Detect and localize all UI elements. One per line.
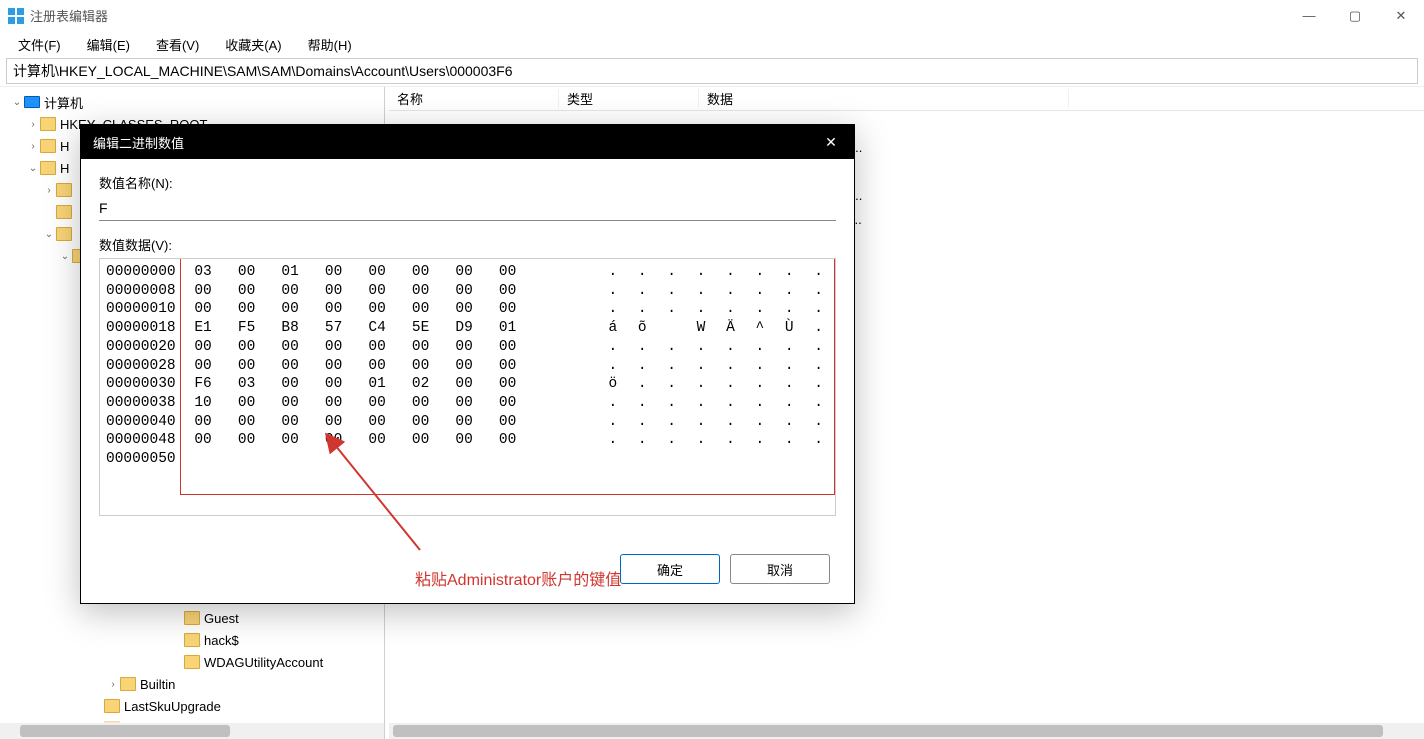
cancel-button[interactable]: 取消	[730, 554, 830, 584]
hex-row[interactable]: 00000040 00 00 00 00 00 00 00 00. . . . …	[102, 413, 829, 432]
regedit-icon	[8, 8, 24, 24]
value-data-label: 数值数据(V):	[99, 235, 836, 254]
tree-root[interactable]: ⌄计算机	[0, 91, 384, 113]
folder-icon	[120, 677, 136, 691]
folder-icon	[104, 699, 120, 713]
folder-icon	[40, 161, 56, 175]
folder-icon	[184, 611, 200, 625]
tree-builtin[interactable]: ›Builtin	[0, 673, 384, 695]
close-button[interactable]: ✕	[1378, 0, 1424, 32]
menu-favorites[interactable]: 收藏夹(A)	[217, 33, 289, 56]
hex-row[interactable]: 00000030 F6 03 00 00 01 02 00 00ö . . . …	[102, 375, 829, 394]
hex-row[interactable]: 00000010 00 00 00 00 00 00 00 00. . . . …	[102, 300, 829, 319]
tree-guest[interactable]: Guest	[0, 607, 384, 629]
value-name-label: 数值名称(N):	[99, 173, 836, 192]
col-type[interactable]: 类型	[559, 89, 699, 108]
hex-row[interactable]: 00000018 E1 F5 B8 57 C4 5E D9 01á õ W Ä …	[102, 319, 829, 338]
hex-editor[interactable]: 00000000 03 00 01 00 00 00 00 00. . . . …	[99, 258, 836, 516]
titlebar: 注册表编辑器 ― ▢ ✕	[0, 0, 1424, 32]
list-hscrollbar[interactable]	[389, 723, 1424, 739]
tree-wdag[interactable]: WDAGUtilityAccount	[0, 651, 384, 673]
hex-row[interactable]: 00000008 00 00 00 00 00 00 00 00. . . . …	[102, 282, 829, 301]
folder-icon	[56, 227, 72, 241]
folder-icon	[56, 183, 72, 197]
menubar: 文件(F) 编辑(E) 查看(V) 收藏夹(A) 帮助(H)	[0, 32, 1424, 56]
list-header: 名称 类型 数据	[389, 87, 1424, 111]
folder-icon	[40, 139, 56, 153]
computer-icon	[24, 96, 40, 108]
edit-binary-dialog: 编辑二进制数值 ✕ 数值名称(N): 数值数据(V): 00000000 03 …	[80, 124, 855, 604]
hex-row[interactable]: 00000020 00 00 00 00 00 00 00 00. . . . …	[102, 338, 829, 357]
tree-hack[interactable]: hack$	[0, 629, 384, 651]
ok-button[interactable]: 确定	[620, 554, 720, 584]
menu-view[interactable]: 查看(V)	[148, 33, 207, 56]
col-name[interactable]: 名称	[389, 89, 559, 108]
col-data[interactable]: 数据	[699, 89, 1069, 108]
folder-icon	[56, 205, 72, 219]
tree-hscrollbar[interactable]	[0, 723, 384, 739]
menu-edit[interactable]: 编辑(E)	[79, 33, 138, 56]
address-bar[interactable]: 计算机\HKEY_LOCAL_MACHINE\SAM\SAM\Domains\A…	[6, 58, 1418, 84]
hex-row[interactable]: 00000038 10 00 00 00 00 00 00 00. . . . …	[102, 394, 829, 413]
hex-row[interactable]: 00000048 00 00 00 00 00 00 00 00. . . . …	[102, 431, 829, 450]
minimize-button[interactable]: ―	[1286, 0, 1332, 32]
maximize-button[interactable]: ▢	[1332, 0, 1378, 32]
window-title: 注册表编辑器	[30, 6, 1286, 25]
hex-row[interactable]: 00000000 03 00 01 00 00 00 00 00. . . . …	[102, 263, 829, 282]
menu-help[interactable]: 帮助(H)	[300, 33, 360, 56]
value-name-input[interactable]	[99, 196, 836, 221]
folder-icon	[184, 655, 200, 669]
folder-icon	[184, 633, 200, 647]
dialog-titlebar: 编辑二进制数值 ✕	[81, 125, 854, 159]
folder-icon	[40, 117, 56, 131]
hex-row[interactable]: 00000050	[102, 450, 829, 469]
dialog-title-text: 编辑二进制数值	[93, 133, 184, 152]
tree-lastsku[interactable]: LastSkuUpgrade	[0, 695, 384, 717]
menu-file[interactable]: 文件(F)	[10, 33, 69, 56]
address-text: 计算机\HKEY_LOCAL_MACHINE\SAM\SAM\Domains\A…	[13, 61, 513, 81]
dialog-close-button[interactable]: ✕	[808, 134, 854, 151]
hex-row[interactable]: 00000028 00 00 00 00 00 00 00 00. . . . …	[102, 357, 829, 376]
